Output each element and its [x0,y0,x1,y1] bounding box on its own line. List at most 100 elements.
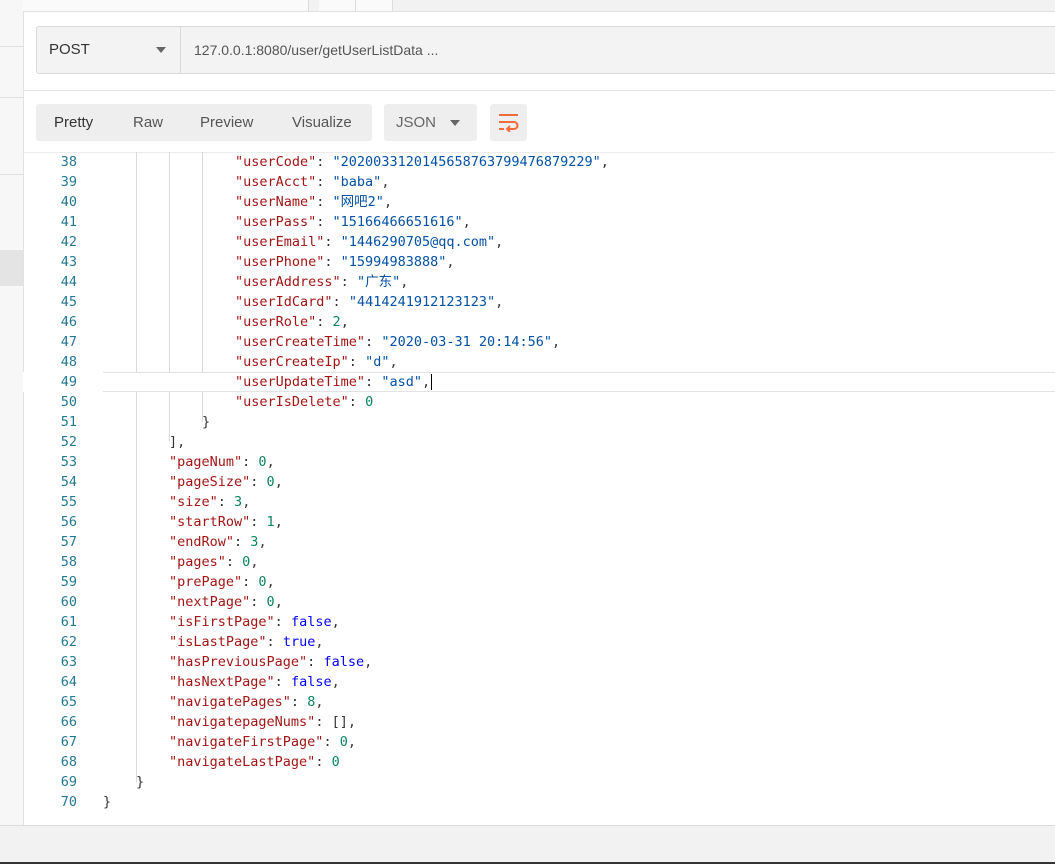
code-line: 66 "navigatepageNums": [], [23,712,1055,732]
json-comma: , [274,514,283,530]
json-value: true [282,634,316,650]
code-line-text: "userPass": "15166466651616", [235,212,471,232]
json-key: "userAddress" [235,274,341,290]
code-line-text: } [202,412,210,432]
code-line-text: "userUpdateTime": "asd", [235,372,433,392]
request-tab[interactable] [23,0,309,11]
line-number: 47 [60,334,77,350]
response-body-editor[interactable]: 38 "userCode": "2020033120145658763799476… [23,152,1055,822]
json-key: "startRow" [169,514,251,530]
code-line: 44 "userAddress": "广东", [23,272,1055,292]
code-line-text: "userEmail": "1446290705@qq.com", [235,232,503,252]
json-key: "navigateFirstPage" [169,734,324,750]
json-value: false [290,614,332,630]
line-number: 67 [60,734,77,750]
json-comma: , [600,154,609,170]
code-line: 56 "startRow": 1, [23,512,1055,532]
code-line: 54 "pageSize": 0, [23,472,1055,492]
code-line: 60 "nextPage": 0, [23,592,1055,612]
request-url-input[interactable]: 127.0.0.1:8080/user/getUserListData ... [194,27,438,73]
request-tab[interactable] [319,0,356,11]
json-comma: , [274,594,283,610]
code-line-text: "nextPage": 0, [169,592,283,612]
response-view-tabs: Pretty Raw Preview Visualize [36,104,372,141]
code-line: 62 "isLastPage": true, [23,632,1055,652]
json-comma: , [315,634,324,650]
line-number: 39 [60,174,77,190]
json-comma: , [315,694,324,710]
json-comma: , [347,714,356,730]
json-key: "nextPage" [169,594,251,610]
json-punctuation: } [136,774,145,790]
code-line: 53 "pageNum": 0, [23,452,1055,472]
json-colon: : [307,654,324,670]
json-value: "15994983888" [340,254,447,270]
code-line-text: "userPhone": "15994983888", [235,252,454,272]
code-line: 70} [23,792,1055,812]
line-number: 69 [60,774,77,790]
response-format-select[interactable]: JSON [384,104,477,141]
code-line: 47 "userCreateTime": "2020-03-31 20:14:56… [23,332,1055,352]
json-comma: , [266,574,275,590]
request-bar: POST 127.0.0.1:8080/user/getUserListData… [36,26,1055,74]
request-tab[interactable] [356,0,393,11]
json-value: 0 [339,734,348,750]
json-colon: : [316,154,333,170]
json-punctuation: } [202,414,211,430]
code-line-text: "navigatepageNums": [], [169,712,356,732]
request-tab-strip [23,0,1055,12]
sidebar-divider [0,97,23,98]
json-colon: : [315,714,332,730]
code-line-text: "endRow": 3, [169,532,267,552]
json-value: 3 [234,494,243,510]
json-value: "广东" [356,274,401,290]
line-number: 58 [60,554,77,570]
http-method-label: POST [49,41,90,58]
json-punctuation: ], [169,434,186,450]
json-colon: : [266,634,283,650]
json-key: "navigateLastPage" [169,754,316,770]
json-colon: : [316,314,333,330]
json-colon: : [316,214,333,230]
line-number: 41 [60,214,77,230]
code-line: 51} [23,412,1055,432]
sidebar-divider [0,174,23,175]
code-line: 45 "userIdCard": "4414241912123123", [23,292,1055,312]
json-colon: : [348,354,366,370]
json-comma: , [381,174,390,190]
code-line-text: "userIsDelete": 0 [235,392,373,412]
line-number: 56 [60,514,77,530]
tab-preview[interactable]: Preview [200,104,253,141]
json-colon: : [324,254,341,270]
json-key: "userCreateIp" [235,354,349,370]
json-comma: , [495,294,504,310]
json-colon: : [217,494,235,510]
json-value: false [323,654,365,670]
line-number: 54 [60,474,77,490]
code-line: 69} [23,772,1055,792]
line-number: 48 [60,354,77,370]
line-number: 61 [60,614,77,630]
json-key: "isFirstPage" [169,614,275,630]
line-number: 49 [60,374,77,390]
response-format-label: JSON [396,114,437,131]
json-colon: : [323,734,340,750]
code-line: 39 "userAcct": "baba", [23,172,1055,192]
json-value: 2 [332,314,341,330]
tab-pretty[interactable]: Pretty [54,104,93,141]
code-line-text: "userCreateIp": "d", [235,352,398,372]
json-colon: : [316,194,333,210]
code-line-text: ], [169,432,185,452]
tab-visualize[interactable]: Visualize [292,104,352,141]
code-line: 65 "navigatePages": 8, [23,692,1055,712]
code-line-text: "prePage": 0, [169,572,275,592]
json-key: "userIdCard" [235,294,333,310]
wrap-lines-button[interactable] [490,104,527,141]
tab-raw[interactable]: Raw [133,104,163,141]
json-colon: : [365,334,382,350]
http-method-select[interactable]: POST [37,27,181,73]
code-line-text: "userAddress": "广东", [235,272,408,292]
sidebar-selected-item[interactable] [0,250,23,286]
line-number: 70 [60,794,77,810]
json-colon: : [250,594,267,610]
